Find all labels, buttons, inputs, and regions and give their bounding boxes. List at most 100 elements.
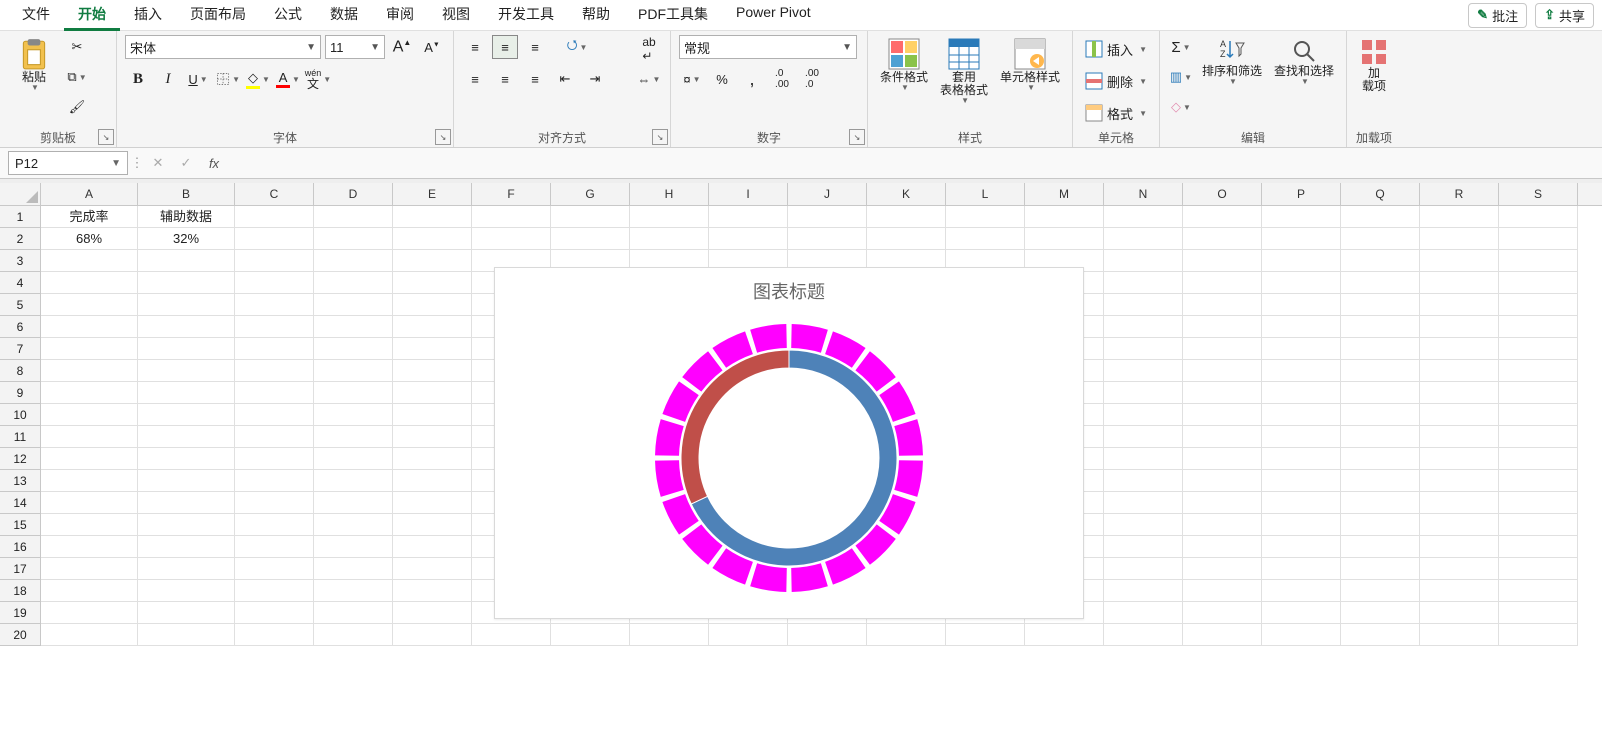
cell-S7[interactable] (1499, 338, 1578, 360)
row-header-14[interactable]: 14 (0, 492, 41, 514)
cell-S9[interactable] (1499, 382, 1578, 404)
column-header-Q[interactable]: Q (1341, 183, 1420, 205)
cell-N17[interactable] (1104, 558, 1183, 580)
cell-D2[interactable] (314, 228, 393, 250)
cell-L1[interactable] (946, 206, 1025, 228)
cell-E11[interactable] (393, 426, 472, 448)
cell-A20[interactable] (41, 624, 138, 646)
row-header-15[interactable]: 15 (0, 514, 41, 536)
cell-R17[interactable] (1420, 558, 1499, 580)
merge-center-button[interactable]: ⇔▼ (636, 67, 662, 91)
cell-O11[interactable] (1183, 426, 1262, 448)
row-header-17[interactable]: 17 (0, 558, 41, 580)
cell-O1[interactable] (1183, 206, 1262, 228)
row-header-8[interactable]: 8 (0, 360, 41, 382)
cell-E2[interactable] (393, 228, 472, 250)
cell-Q4[interactable] (1341, 272, 1420, 294)
cell-P3[interactable] (1262, 250, 1341, 272)
cell-A2[interactable]: 68% (41, 228, 138, 250)
font-size-select[interactable]: 11 ▼ (325, 35, 385, 59)
tab-审阅[interactable]: 审阅 (372, 0, 428, 31)
insert-function-button[interactable]: fx (202, 152, 226, 174)
cell-S5[interactable] (1499, 294, 1578, 316)
cell-O10[interactable] (1183, 404, 1262, 426)
cell-C12[interactable] (235, 448, 314, 470)
cell-O19[interactable] (1183, 602, 1262, 624)
cell-Q12[interactable] (1341, 448, 1420, 470)
cells-delete-button[interactable]: 删除▼ (1081, 72, 1151, 91)
cell-S13[interactable] (1499, 470, 1578, 492)
cell-E3[interactable] (393, 250, 472, 272)
comment-button[interactable]: ✎ 批注 (1468, 3, 1527, 28)
cell-C17[interactable] (235, 558, 314, 580)
column-header-H[interactable]: H (630, 183, 709, 205)
cell-P5[interactable] (1262, 294, 1341, 316)
column-header-K[interactable]: K (867, 183, 946, 205)
cell-Q9[interactable] (1341, 382, 1420, 404)
tab-PDF工具集[interactable]: PDF工具集 (624, 0, 722, 31)
cell-E9[interactable] (393, 382, 472, 404)
cell-P12[interactable] (1262, 448, 1341, 470)
cell-L20[interactable] (946, 624, 1025, 646)
tab-视图[interactable]: 视图 (428, 0, 484, 31)
cell-S8[interactable] (1499, 360, 1578, 382)
fill-button[interactable]: ▥▼ (1168, 65, 1194, 89)
cell-N3[interactable] (1104, 250, 1183, 272)
cell-A19[interactable] (41, 602, 138, 624)
cell-D5[interactable] (314, 294, 393, 316)
cell-J20[interactable] (788, 624, 867, 646)
chart-object[interactable]: 图表标题 (494, 267, 1084, 619)
cell-D11[interactable] (314, 426, 393, 448)
column-header-M[interactable]: M (1025, 183, 1104, 205)
cell-B11[interactable] (138, 426, 235, 448)
cell-C7[interactable] (235, 338, 314, 360)
cell-D16[interactable] (314, 536, 393, 558)
cell-D14[interactable] (314, 492, 393, 514)
cell-P11[interactable] (1262, 426, 1341, 448)
cell-Q2[interactable] (1341, 228, 1420, 250)
cell-G1[interactable] (551, 206, 630, 228)
cell-P18[interactable] (1262, 580, 1341, 602)
format-painter-button[interactable]: 🖌 (64, 95, 90, 119)
cell-F20[interactable] (472, 624, 551, 646)
cell-R4[interactable] (1420, 272, 1499, 294)
cell-B7[interactable] (138, 338, 235, 360)
cell-A7[interactable] (41, 338, 138, 360)
tab-数据[interactable]: 数据 (316, 0, 372, 31)
cell-D15[interactable] (314, 514, 393, 536)
orientation-button[interactable]: ⭯▼ (564, 35, 590, 59)
cell-E20[interactable] (393, 624, 472, 646)
cell-I20[interactable] (709, 624, 788, 646)
name-box[interactable]: P12 ▼ (8, 151, 128, 175)
cell-R18[interactable] (1420, 580, 1499, 602)
cell-A9[interactable] (41, 382, 138, 404)
column-header-R[interactable]: R (1420, 183, 1499, 205)
row-header-19[interactable]: 19 (0, 602, 41, 624)
align-center-button[interactable]: ≡ (492, 67, 518, 91)
cell-P6[interactable] (1262, 316, 1341, 338)
number-launcher[interactable]: ↘ (849, 129, 865, 145)
row-header-18[interactable]: 18 (0, 580, 41, 602)
cell-H1[interactable] (630, 206, 709, 228)
align-top-button[interactable]: ≡ (462, 35, 488, 59)
cell-P9[interactable] (1262, 382, 1341, 404)
cell-Q15[interactable] (1341, 514, 1420, 536)
select-all-corner[interactable] (0, 183, 41, 205)
cell-R13[interactable] (1420, 470, 1499, 492)
outer-segment-10[interactable] (750, 563, 787, 592)
cell-R20[interactable] (1420, 624, 1499, 646)
cell-B1[interactable]: 辅助数据 (138, 206, 235, 228)
cell-B15[interactable] (138, 514, 235, 536)
increase-font-button[interactable]: A▲ (389, 35, 415, 59)
cell-E13[interactable] (393, 470, 472, 492)
cell-H2[interactable] (630, 228, 709, 250)
cell-D19[interactable] (314, 602, 393, 624)
cell-N14[interactable] (1104, 492, 1183, 514)
tab-开始[interactable]: 开始 (64, 0, 120, 31)
cell-D7[interactable] (314, 338, 393, 360)
cell-N8[interactable] (1104, 360, 1183, 382)
tab-公式[interactable]: 公式 (260, 0, 316, 31)
share-button[interactable]: ⇪ 共享 (1535, 3, 1594, 28)
cell-B9[interactable] (138, 382, 235, 404)
cell-Q17[interactable] (1341, 558, 1420, 580)
